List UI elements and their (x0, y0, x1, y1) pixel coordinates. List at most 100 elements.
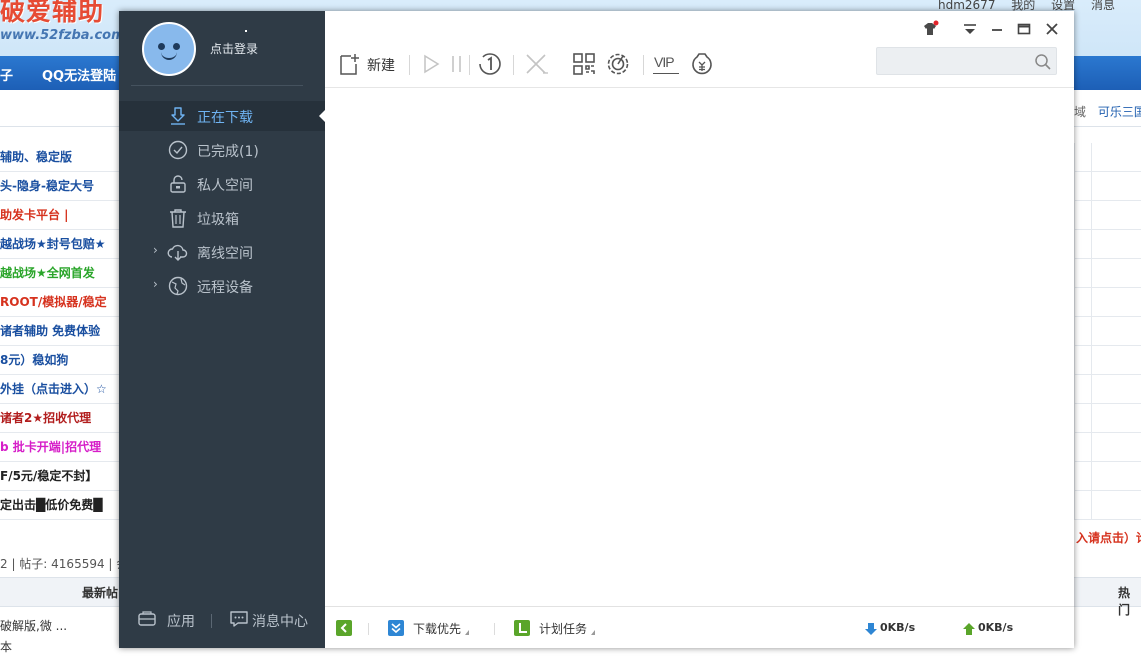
site-section-title: 最新帖 (82, 586, 119, 600)
site-link-row[interactable]: 越战场★封号包赔★ (0, 230, 120, 259)
site-nav-item[interactable]: 子 (0, 65, 13, 84)
site-link-row[interactable]: 诸者2★招收代理 (0, 404, 120, 433)
scheduled-tasks[interactable]: 计划任务 (539, 620, 596, 637)
title-bar (325, 11, 1074, 47)
site-strip-link[interactable]: 可乐三国 (1098, 105, 1141, 119)
schedule-label: 计划任务 (539, 622, 588, 636)
sidebar-item-label: 离线空间 (197, 246, 253, 262)
site-post-link[interactable]: 本 (0, 638, 12, 655)
apps-icon (138, 611, 156, 626)
check-circle-icon (168, 140, 188, 160)
site-section-title: 热门 (1118, 586, 1131, 617)
money-bag-icon[interactable] (689, 51, 715, 77)
dropdown-triangle-icon (465, 630, 470, 635)
site-right-grid (1074, 143, 1141, 520)
login-link[interactable]: 点击登录 (210, 40, 258, 57)
site-nav-item[interactable]: QQ无法登陆 (42, 65, 116, 84)
site-post-link[interactable]: 破解版,微 ... (0, 617, 67, 634)
site-link-row[interactable]: 8元）稳如狗 (0, 346, 120, 375)
pause-icon[interactable] (449, 51, 465, 77)
delete-icon[interactable] (523, 51, 549, 77)
schedule-icon[interactable] (514, 620, 530, 636)
site-grid-cell (1074, 491, 1141, 520)
new-task-button[interactable]: 新建 (337, 51, 409, 77)
priority-mode[interactable]: 下载优先 (413, 620, 470, 637)
site-red-link[interactable]: 入请点击）论 (1076, 529, 1141, 546)
menu-icon[interactable] (960, 19, 980, 39)
site-grid-cell (1074, 462, 1141, 491)
site-messages-link[interactable]: 消息 (1091, 0, 1115, 12)
sidebar-item-offline-space[interactable]: › 离线空间 (119, 237, 325, 267)
site-link-row[interactable]: 越战场★全网首发 (0, 259, 120, 288)
minimize-icon[interactable] (987, 19, 1007, 39)
new-file-icon (340, 54, 359, 75)
site-strip-links: 域 可乐三国 (1074, 103, 1141, 120)
site-link-row[interactable]: 头-隐身-稳定大号 (0, 172, 120, 201)
settings-icon[interactable] (605, 51, 631, 77)
toolbar-divider (643, 55, 644, 75)
priority-icon[interactable] (388, 620, 404, 636)
vip-underline (653, 73, 679, 74)
search-icon[interactable] (1034, 53, 1052, 71)
clock-icon (519, 623, 527, 633)
site-link-row[interactable]: 诸者辅助 免费体验 (0, 317, 120, 346)
status-bar: 下载优先 计划任务 0KB/s 0KB/s (325, 606, 1074, 648)
search-input[interactable] (883, 52, 1027, 70)
start-icon[interactable] (420, 51, 442, 77)
qr-code-icon[interactable] (571, 51, 597, 77)
sidebar-item-trash[interactable]: 垃圾箱 (119, 203, 325, 233)
site-link-row[interactable]: F/5元/稳定不封】 (0, 462, 120, 491)
collapse-sidebar-button[interactable] (336, 620, 352, 636)
site-link-row[interactable]: 助发卡平台 | (0, 201, 120, 230)
vip-button[interactable]: VIP (653, 51, 681, 77)
site-link-row[interactable]: 辅助、稳定版 (0, 143, 120, 172)
site-grid-cell (1074, 288, 1141, 317)
maximize-icon[interactable] (1014, 19, 1034, 39)
avatar[interactable] (142, 22, 196, 76)
close-icon[interactable] (1042, 19, 1062, 39)
site-grid-cell (1074, 433, 1141, 462)
download-list-area[interactable] (325, 87, 1074, 606)
skin-icon[interactable] (920, 19, 940, 39)
avatar-eye (158, 43, 165, 50)
speed-limit-icon[interactable] (477, 51, 503, 77)
sidebar-item-downloading[interactable]: 正在下载 (119, 101, 325, 131)
vip-label: VIP (654, 54, 675, 70)
sidebar-item-private-space[interactable]: 私人空间 (119, 169, 325, 199)
site-logo: 破爱辅助 (0, 0, 105, 26)
new-task-label: 新建 (367, 58, 395, 74)
cloud-icon (167, 244, 188, 261)
site-link-row[interactable]: ROOT/模拟器/稳定 (0, 288, 120, 317)
apps-label: 应用 (167, 614, 195, 630)
site-link-row[interactable]: 定出击█低价免费█ (0, 491, 120, 520)
site-link-row[interactable]: b 批卡开端|招代理 (0, 433, 120, 462)
chevron-right-icon[interactable]: › (153, 277, 158, 291)
avatar-eye (173, 43, 180, 50)
upload-speed: 0KB/s (978, 621, 1014, 634)
download-speed: 0KB/s (880, 621, 916, 634)
sidebar-item-completed[interactable]: 已完成(1) (119, 135, 325, 165)
site-strip-link[interactable]: 域 (1074, 105, 1086, 119)
toolbar-divider (409, 55, 410, 75)
site-stats: 2 | 帖子: 4165594 | 会 (0, 557, 129, 571)
sidebar-item-remote-devices[interactable]: › 远程设备 (119, 271, 325, 301)
site-grid-cell (1074, 201, 1141, 230)
chevron-right-icon[interactable]: › (153, 243, 158, 257)
priority-label: 下载优先 (413, 622, 462, 636)
site-grid-cell (1074, 404, 1141, 433)
sidebar: 点击登录 正在下载 已完成(1) 私人空间 垃圾箱 › 离线空间 › 远程设备 … (119, 11, 325, 648)
status-divider (368, 623, 369, 635)
status-divider (494, 623, 495, 635)
site-domain: www.52fzba.com (0, 28, 125, 43)
site-grid-cell (1074, 143, 1141, 172)
sidebar-item-label: 私人空间 (197, 178, 253, 194)
chevron-left-icon (340, 623, 347, 633)
sidebar-item-label: 远程设备 (197, 280, 253, 296)
sidebar-bottom-divider (211, 614, 212, 628)
search-box[interactable] (876, 47, 1057, 75)
double-chevron-down-icon (391, 623, 401, 634)
site-link-row[interactable]: 外挂（点击进入）☆ (0, 375, 120, 404)
site-grid-cell (1074, 317, 1141, 346)
sidebar-item-label: 垃圾箱 (197, 212, 239, 228)
sidebar-item-label: 已完成(1) (197, 144, 259, 160)
